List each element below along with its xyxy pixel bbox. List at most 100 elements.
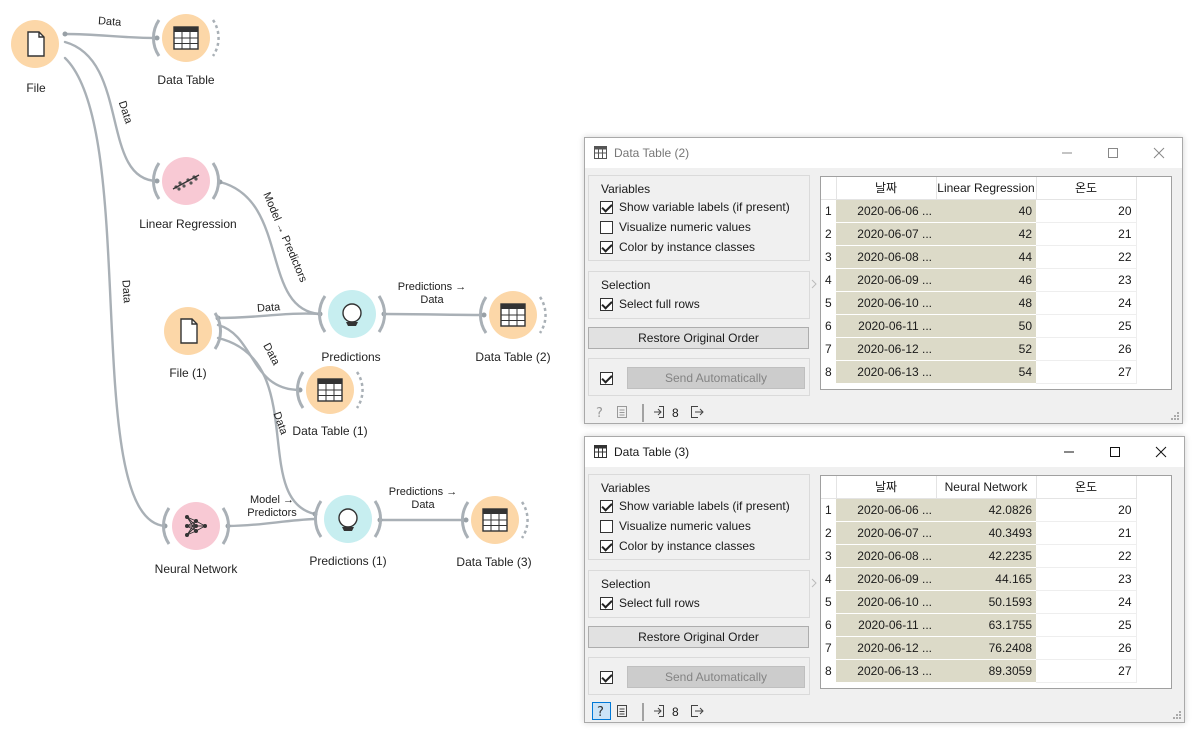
temperature-cell[interactable]: 27 (1036, 360, 1137, 384)
close-button[interactable] (1138, 437, 1184, 467)
restore-original-order-button[interactable]: Restore Original Order (588, 626, 809, 648)
date-cell[interactable]: 2020-06-08 ... (836, 544, 936, 568)
row-number[interactable]: 3 (821, 245, 836, 269)
prediction-cell[interactable]: 76.2408 (936, 636, 1036, 660)
data-table-view[interactable]: 날짜 Linear Regression 온도 1 2020-06-06 ... 4… (820, 176, 1172, 390)
column-header-date[interactable]: 날짜 (836, 476, 937, 499)
table-row[interactable]: 3 2020-06-08 ... 44 22 (821, 245, 1137, 269)
temperature-cell[interactable]: 26 (1036, 337, 1137, 361)
date-cell[interactable]: 2020-06-13 ... (836, 360, 936, 384)
prediction-cell[interactable]: 42.0826 (936, 498, 1036, 522)
table-row[interactable]: 1 2020-06-06 ... 40 20 (821, 199, 1137, 223)
prediction-cell[interactable]: 89.3059 (936, 659, 1036, 683)
select-full-rows-checkbox[interactable]: Select full rows (600, 595, 700, 611)
node-label-file[interactable]: File (26, 81, 45, 95)
prediction-cell[interactable]: 63.1755 (936, 613, 1036, 637)
prediction-cell[interactable]: 44 (936, 245, 1036, 269)
report-icon[interactable] (616, 405, 628, 419)
row-number[interactable]: 4 (821, 567, 836, 591)
temperature-cell[interactable]: 21 (1036, 521, 1137, 545)
row-number[interactable]: 1 (821, 498, 836, 522)
row-number[interactable]: 8 (821, 659, 836, 683)
checkbox-unchecked-icon[interactable] (600, 519, 613, 533)
minimize-button[interactable] (1046, 437, 1092, 467)
table-row[interactable]: 6 2020-06-11 ... 63.1755 25 (821, 613, 1137, 637)
date-cell[interactable]: 2020-06-13 ... (836, 659, 936, 683)
prediction-cell[interactable]: 42 (936, 222, 1036, 246)
column-header-date[interactable]: 날짜 (836, 177, 937, 200)
data-table-view[interactable]: 날짜 Neural Network 온도 1 2020-06-06 ... 42.0… (820, 475, 1172, 689)
temperature-cell[interactable]: 23 (1036, 268, 1137, 292)
row-number[interactable]: 7 (821, 337, 836, 361)
node-label-data-table-2[interactable]: Data Table (2) (475, 350, 550, 364)
checkbox-checked-icon[interactable] (600, 539, 613, 553)
table-row[interactable]: 1 2020-06-06 ... 42.0826 20 (821, 498, 1137, 522)
row-number[interactable]: 6 (821, 314, 836, 338)
node-label-linear-regression[interactable]: Linear Regression (139, 217, 236, 231)
temperature-cell[interactable]: 24 (1036, 291, 1137, 315)
node-label-data-table[interactable]: Data Table (157, 73, 214, 87)
resize-grip-icon[interactable] (1170, 411, 1180, 421)
row-number[interactable]: 1 (821, 199, 836, 223)
show-labels-checkbox[interactable]: Show variable labels (if present) (600, 498, 790, 514)
row-number[interactable]: 5 (821, 291, 836, 315)
node-label-data-table-1[interactable]: Data Table (1) (292, 424, 367, 438)
maximize-button[interactable] (1092, 437, 1138, 467)
help-icon[interactable]: ? (592, 702, 611, 720)
date-cell[interactable]: 2020-06-10 ... (836, 291, 936, 315)
restore-original-order-button[interactable]: Restore Original Order (588, 327, 809, 349)
node-label-data-table-3[interactable]: Data Table (3) (456, 555, 531, 569)
date-cell[interactable]: 2020-06-07 ... (836, 222, 936, 246)
column-header-temp[interactable]: 온도 (1036, 177, 1137, 200)
checkbox-checked-icon[interactable] (600, 371, 613, 385)
color-by-class-checkbox[interactable]: Color by instance classes (600, 538, 755, 554)
node-label-predictions-1[interactable]: Predictions (1) (309, 554, 386, 568)
date-cell[interactable]: 2020-06-07 ... (836, 521, 936, 545)
temperature-cell[interactable]: 21 (1036, 222, 1137, 246)
collapse-arrow-icon[interactable] (811, 578, 819, 588)
node-label-neural-network[interactable]: Neural Network (155, 562, 238, 576)
corner-header[interactable] (821, 476, 837, 499)
row-number[interactable]: 2 (821, 222, 836, 246)
prediction-cell[interactable]: 40 (936, 199, 1036, 223)
temperature-cell[interactable]: 26 (1036, 636, 1137, 660)
data-table-2-window[interactable]: Data Table (2) Variables Show variable l… (584, 137, 1183, 424)
checkbox-checked-icon[interactable] (600, 596, 613, 610)
table-row[interactable]: 4 2020-06-09 ... 44.165 23 (821, 567, 1137, 591)
table-row[interactable]: 8 2020-06-13 ... 89.3059 27 (821, 659, 1137, 683)
table-row[interactable]: 2 2020-06-07 ... 42 21 (821, 222, 1137, 246)
temperature-cell[interactable]: 22 (1036, 544, 1137, 568)
date-cell[interactable]: 2020-06-08 ... (836, 245, 936, 269)
corner-header[interactable] (821, 177, 837, 200)
temperature-cell[interactable]: 24 (1036, 590, 1137, 614)
prediction-cell[interactable]: 50 (936, 314, 1036, 338)
date-cell[interactable]: 2020-06-06 ... (836, 199, 936, 223)
prediction-cell[interactable]: 54 (936, 360, 1036, 384)
table-row[interactable]: 3 2020-06-08 ... 42.2235 22 (821, 544, 1137, 568)
send-automatically-button[interactable]: Send Automatically (627, 367, 805, 389)
table-row[interactable]: 7 2020-06-12 ... 76.2408 26 (821, 636, 1137, 660)
temperature-cell[interactable]: 25 (1036, 613, 1137, 637)
checkbox-checked-icon[interactable] (600, 200, 613, 214)
prediction-cell[interactable]: 46 (936, 268, 1036, 292)
auto-send-checkbox[interactable] (600, 370, 619, 386)
node-label-file-1[interactable]: File (1) (169, 366, 206, 380)
collapse-arrow-icon[interactable] (811, 279, 819, 289)
prediction-cell[interactable]: 44.165 (936, 567, 1036, 591)
minimize-button[interactable] (1044, 138, 1090, 168)
report-icon[interactable] (616, 704, 628, 718)
visualize-numeric-checkbox[interactable]: Visualize numeric values (600, 219, 751, 235)
checkbox-checked-icon[interactable] (600, 499, 613, 513)
temperature-cell[interactable]: 25 (1036, 314, 1137, 338)
temperature-cell[interactable]: 22 (1036, 245, 1137, 269)
table-row[interactable]: 6 2020-06-11 ... 50 25 (821, 314, 1137, 338)
row-number[interactable]: 8 (821, 360, 836, 384)
table-row[interactable]: 4 2020-06-09 ... 46 23 (821, 268, 1137, 292)
checkbox-checked-icon[interactable] (600, 240, 613, 254)
data-table-3-window[interactable]: Data Table (3) Variables Show variable l… (584, 436, 1185, 723)
prediction-cell[interactable]: 48 (936, 291, 1036, 315)
prediction-cell[interactable]: 50.1593 (936, 590, 1036, 614)
row-number[interactable]: 4 (821, 268, 836, 292)
column-header-prediction[interactable]: Linear Regression (936, 177, 1037, 200)
row-number[interactable]: 6 (821, 613, 836, 637)
